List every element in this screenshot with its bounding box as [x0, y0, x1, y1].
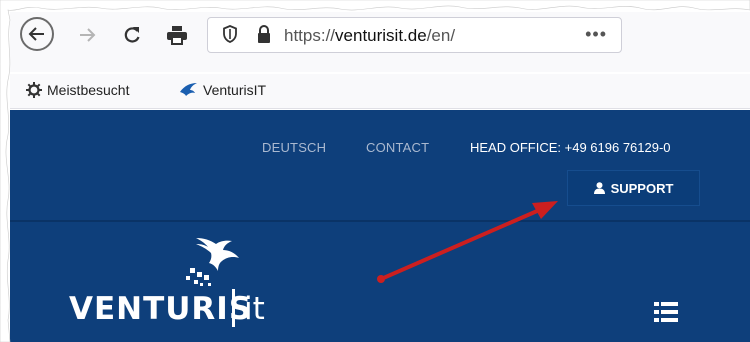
screenshot-frame: https://venturisit.de/en/ ••• Meistbesuc… — [0, 0, 750, 342]
annotation-arrow — [377, 201, 558, 283]
